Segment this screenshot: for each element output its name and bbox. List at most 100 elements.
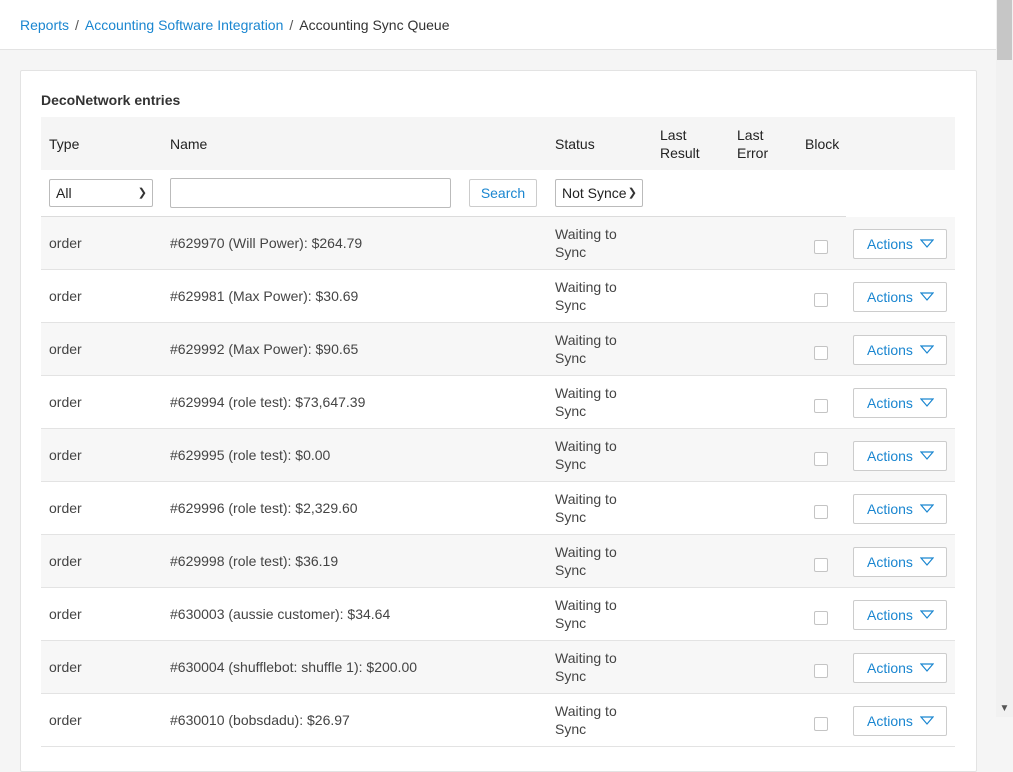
- page-scrollbar[interactable]: ▼: [996, 0, 1013, 717]
- table-header: Type Name Status Last Result Last Error …: [41, 117, 955, 170]
- card-title: DecoNetwork entries: [41, 92, 181, 108]
- block-checkbox[interactable]: [814, 293, 828, 307]
- cell-type: order: [49, 712, 82, 728]
- entries-card: DecoNetwork entries Type Name Status Las…: [20, 70, 977, 772]
- actions-label: Actions: [867, 713, 913, 729]
- cell-status: Waiting to Sync: [555, 650, 617, 684]
- cell-status: Waiting to Sync: [555, 438, 617, 472]
- scrollbar-thumb[interactable]: [997, 0, 1012, 60]
- table-row: order #629998 (role test): $36.19 Waiting …: [41, 535, 955, 588]
- actions-label: Actions: [867, 342, 913, 358]
- header-name: Name: [170, 136, 208, 152]
- cell-name: #630010 (bobsdadu): $26.97: [170, 712, 350, 728]
- actions-dropdown-button[interactable]: Actions: [853, 547, 947, 577]
- cell-name: #629981 (Max Power): $30.69: [170, 288, 359, 304]
- header-last-error: Last Error: [737, 127, 769, 161]
- actions-label: Actions: [867, 607, 913, 623]
- cell-name: #629994 (role test): $73,647.39: [170, 394, 366, 410]
- actions-dropdown-button[interactable]: Actions: [853, 653, 947, 683]
- actions-dropdown-button[interactable]: Actions: [853, 494, 947, 524]
- scroll-down-arrow-icon[interactable]: ▼: [996, 700, 1013, 717]
- cell-name: #629996 (role test): $2,329.60: [170, 500, 358, 516]
- cell-name: #629970 (Will Power): $264.79: [170, 235, 363, 251]
- status-filter-select[interactable]: Not Synced ❯: [555, 179, 643, 207]
- cell-status: Waiting to Sync: [555, 279, 617, 313]
- actions-dropdown-button[interactable]: Actions: [853, 388, 947, 418]
- actions-dropdown-button[interactable]: Actions: [853, 229, 947, 259]
- cell-type: order: [49, 606, 82, 622]
- actions-label: Actions: [867, 289, 913, 305]
- chevron-down-icon: ❯: [137, 187, 147, 199]
- filter-row: All ❯ Search Not Synced ❯: [41, 170, 955, 217]
- cell-name: #629998 (role test): $36.19: [170, 553, 339, 569]
- table-row: order #629996 (role test): $2,329.60 Waiti…: [41, 482, 955, 535]
- breadcrumb-separator: /: [289, 17, 294, 33]
- actions-dropdown-button[interactable]: Actions: [853, 282, 947, 312]
- actions-label: Actions: [867, 448, 913, 464]
- block-checkbox[interactable]: [814, 611, 828, 625]
- cell-type: order: [49, 394, 82, 410]
- actions-label: Actions: [867, 554, 913, 570]
- actions-label: Actions: [867, 395, 913, 411]
- cell-type: order: [49, 235, 82, 251]
- block-checkbox[interactable]: [814, 558, 828, 572]
- cell-status: Waiting to Sync: [555, 544, 617, 578]
- table-row: order #629994 (role test): $73,647.39 Wait…: [41, 376, 955, 429]
- triangle-down-icon: [920, 239, 934, 248]
- block-checkbox[interactable]: [814, 717, 828, 731]
- triangle-down-icon: [920, 398, 934, 407]
- cell-name: #630004 (shufflebot: shuffle 1): $200.00: [170, 659, 418, 675]
- triangle-down-icon: [920, 504, 934, 513]
- cell-type: order: [49, 553, 82, 569]
- cell-name: #629992 (Max Power): $90.65: [170, 341, 359, 357]
- header-last-result: Last Result: [660, 127, 700, 161]
- breadcrumb-link-accounting-integration[interactable]: Accounting Software Integration: [85, 17, 283, 33]
- table-row: order #630003 (aussie customer): $34.64 Wa…: [41, 588, 955, 641]
- cell-type: order: [49, 500, 82, 516]
- table-row: order #629981 (Max Power): $30.69 Waiting …: [41, 270, 955, 323]
- actions-label: Actions: [867, 236, 913, 252]
- cell-type: order: [49, 341, 82, 357]
- cell-type: order: [49, 288, 82, 304]
- top-bar: Reports / Accounting Software Integration /…: [0, 0, 996, 50]
- cell-status: Waiting to Sync: [555, 597, 617, 631]
- actions-dropdown-button[interactable]: Actions: [853, 706, 947, 736]
- breadcrumb-link-reports[interactable]: Reports: [20, 17, 69, 33]
- block-checkbox[interactable]: [814, 240, 828, 254]
- block-checkbox[interactable]: [814, 505, 828, 519]
- actions-dropdown-button[interactable]: Actions: [853, 600, 947, 630]
- triangle-down-icon: [920, 663, 934, 672]
- actions-label: Actions: [867, 660, 913, 676]
- actions-label: Actions: [867, 501, 913, 517]
- breadcrumb-separator: /: [75, 17, 79, 33]
- cell-type: order: [49, 447, 82, 463]
- block-checkbox[interactable]: [814, 399, 828, 413]
- cell-status: Waiting to Sync: [555, 385, 617, 419]
- triangle-down-icon: [920, 345, 934, 354]
- table-row: order #629970 (Will Power): $264.79 Waitin…: [41, 217, 955, 270]
- header-block: Block: [805, 136, 840, 152]
- table-body: order #629970 (Will Power): $264.79 Waitin…: [41, 217, 955, 747]
- triangle-down-icon: [920, 610, 934, 619]
- type-filter-select[interactable]: All ❯: [49, 179, 153, 207]
- cell-name: #630003 (aussie customer): $34.64: [170, 606, 391, 622]
- chevron-down-icon: ❯: [625, 180, 637, 206]
- table-row: order #630004 (shufflebot: shuffle 1): $2…: [41, 641, 955, 694]
- breadcrumb: Reports / Accounting Software Integration /…: [20, 17, 450, 33]
- cell-status: Waiting to Sync: [555, 226, 617, 260]
- header-type: Type: [49, 136, 80, 152]
- block-checkbox[interactable]: [814, 452, 828, 466]
- block-checkbox[interactable]: [814, 346, 828, 360]
- table-row: order #629992 (Max Power): $90.65 Waiting …: [41, 323, 955, 376]
- triangle-down-icon: [920, 716, 934, 725]
- actions-dropdown-button[interactable]: Actions: [853, 441, 947, 471]
- table-row: order #630010 (bobsdadu): $26.97 Waiting t…: [41, 694, 955, 747]
- search-button[interactable]: Search: [469, 179, 537, 207]
- actions-dropdown-button[interactable]: Actions: [853, 335, 947, 365]
- block-checkbox[interactable]: [814, 664, 828, 678]
- cell-status: Waiting to Sync: [555, 332, 617, 366]
- name-filter-input[interactable]: [170, 178, 451, 208]
- triangle-down-icon: [920, 557, 934, 566]
- cell-status: Waiting to Sync: [555, 703, 617, 737]
- entries-table: Type Name Status Last Result Last Error …: [41, 117, 955, 747]
